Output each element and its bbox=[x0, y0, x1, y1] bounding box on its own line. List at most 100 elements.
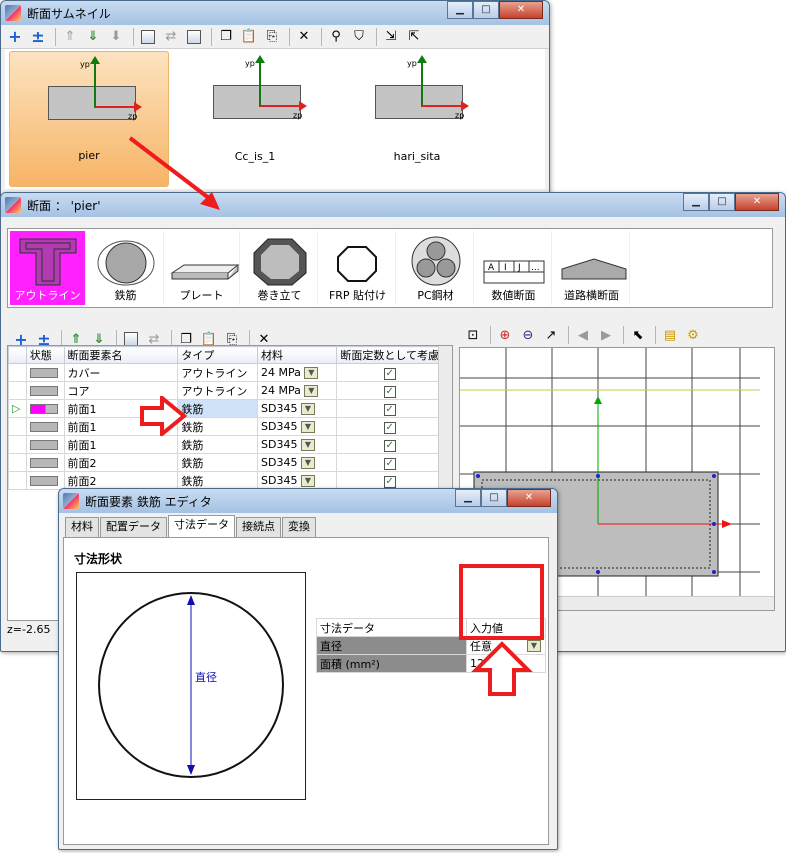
maximize-button[interactable]: □ bbox=[481, 489, 507, 507]
minimize-button[interactable]: ▁ bbox=[455, 489, 481, 507]
element-type[interactable]: アウトライン bbox=[177, 381, 258, 400]
fit-icon[interactable]: ⊡ bbox=[463, 325, 483, 345]
forward-icon[interactable]: ▶ bbox=[596, 325, 616, 345]
element-type[interactable]: アウトライン bbox=[177, 363, 258, 382]
move-up-icon[interactable]: ⇑ bbox=[60, 27, 80, 47]
element-type[interactable]: 鉄筋 bbox=[177, 453, 258, 472]
close-button[interactable]: ✕ bbox=[507, 489, 551, 507]
category-plate[interactable]: プレート bbox=[164, 231, 240, 305]
search-icon[interactable]: ⚲ bbox=[326, 27, 346, 47]
paste-icon[interactable]: 📋 bbox=[239, 27, 259, 47]
minimize-button[interactable]: ▁ bbox=[447, 1, 473, 19]
paste-special-icon[interactable]: ⎘ bbox=[262, 27, 282, 47]
back-icon[interactable]: ◀ bbox=[573, 325, 593, 345]
chevron-down-icon[interactable]: ▼ bbox=[300, 457, 315, 469]
import-icon[interactable]: ⇲ bbox=[381, 27, 401, 47]
col-header-material[interactable]: 材料 bbox=[256, 346, 338, 364]
element-type[interactable]: 鉄筋 bbox=[177, 399, 258, 418]
move-bottom-icon[interactable]: ⬇ bbox=[106, 27, 126, 47]
add-below-icon[interactable]: ± bbox=[28, 27, 48, 47]
category-rebar[interactable]: 鉄筋 bbox=[88, 231, 164, 305]
chevron-down-icon[interactable]: ▼ bbox=[300, 439, 315, 451]
element-type[interactable]: 鉄筋 bbox=[177, 435, 258, 454]
editor-titlebar[interactable]: 断面要素 鉄筋 エディタ ▁ □ ✕ bbox=[59, 489, 557, 513]
consider-checkbox[interactable]: ✓ bbox=[383, 403, 396, 416]
category-frp[interactable]: FRP 貼付け bbox=[320, 231, 396, 305]
zoom-window-icon[interactable]: ⊕ bbox=[495, 325, 515, 345]
category-pc[interactable]: PC鋼材 bbox=[398, 231, 474, 305]
col-header-state[interactable]: 状態 bbox=[25, 346, 65, 364]
select-all-icon[interactable] bbox=[124, 332, 138, 346]
rename-icon[interactable]: ⇄ bbox=[161, 27, 181, 47]
col-header-name[interactable]: 断面要素名 bbox=[63, 346, 179, 364]
state-swatch[interactable] bbox=[29, 386, 58, 396]
col-header-type[interactable]: タイプ bbox=[177, 346, 258, 364]
pan-icon[interactable]: ↗ bbox=[541, 325, 561, 345]
thumbnail-item[interactable]: yp zp hari_sita bbox=[337, 51, 497, 187]
element-material-cell[interactable]: SD345 ▼ bbox=[256, 471, 338, 490]
delete-icon[interactable]: ✕ bbox=[294, 27, 314, 47]
col-header-consider[interactable]: 断面定数として考慮 bbox=[336, 346, 440, 364]
state-swatch[interactable] bbox=[29, 458, 58, 468]
snap-icon[interactable]: ⚙ bbox=[683, 325, 703, 345]
pointer-icon[interactable]: ⬉ bbox=[628, 325, 648, 345]
properties-icon[interactable] bbox=[187, 29, 201, 44]
zoom-out-icon[interactable]: ⊖ bbox=[518, 325, 538, 345]
table-row[interactable]: 前面1 鉄筋 SD345 ▼ ✓ bbox=[8, 435, 440, 454]
element-material-cell[interactable]: 24 MPa ▼ bbox=[256, 363, 338, 382]
copy-icon[interactable]: ❐ bbox=[216, 27, 236, 47]
consider-checkbox[interactable]: ✓ bbox=[383, 475, 396, 488]
tab-placement[interactable]: 配置データ bbox=[100, 517, 167, 537]
category-outline[interactable]: アウトライン bbox=[10, 231, 86, 305]
minimize-button[interactable]: ▁ bbox=[683, 193, 709, 211]
consider-checkbox[interactable]: ✓ bbox=[383, 385, 396, 398]
tab-transform[interactable]: 変換 bbox=[282, 517, 316, 537]
state-swatch[interactable] bbox=[29, 404, 58, 414]
export-icon[interactable]: ⇱ bbox=[404, 27, 424, 47]
chevron-down-icon[interactable]: ▼ bbox=[300, 475, 315, 487]
state-swatch[interactable] bbox=[29, 422, 58, 432]
chevron-down-icon[interactable]: ▼ bbox=[300, 421, 315, 433]
element-material-cell[interactable]: SD345 ▼ bbox=[256, 417, 338, 436]
element-material-cell[interactable]: SD345 ▼ bbox=[256, 399, 338, 418]
table-row[interactable]: カバー アウトライン 24 MPa ▼ ✓ bbox=[8, 363, 440, 382]
layer-icon[interactable]: ▤ bbox=[660, 325, 680, 345]
close-button[interactable]: ✕ bbox=[499, 1, 543, 19]
maximize-button[interactable]: □ bbox=[473, 1, 499, 19]
chevron-down-icon[interactable]: ▼ bbox=[304, 367, 319, 379]
table-row[interactable]: 前面1 鉄筋 SD345 ▼ ✓ bbox=[8, 417, 440, 436]
state-swatch[interactable] bbox=[29, 440, 58, 450]
filter-icon[interactable]: ⛉ bbox=[349, 27, 369, 47]
move-down-icon[interactable]: ⇓ bbox=[83, 27, 103, 47]
select-all-icon[interactable] bbox=[141, 29, 155, 44]
element-material-cell[interactable]: 24 MPa ▼ bbox=[256, 381, 338, 400]
tab-dimensions[interactable]: 寸法データ bbox=[168, 515, 235, 537]
table-row[interactable]: 前面2 鉄筋 SD345 ▼ ✓ bbox=[8, 471, 440, 490]
add-icon[interactable]: + bbox=[5, 27, 25, 47]
element-name[interactable]: 前面1 bbox=[63, 435, 179, 454]
element-type[interactable]: 鉄筋 bbox=[177, 417, 258, 436]
element-name[interactable]: 前面2 bbox=[63, 471, 179, 490]
consider-checkbox[interactable]: ✓ bbox=[383, 367, 396, 380]
tab-connection[interactable]: 接続点 bbox=[236, 517, 281, 537]
consider-checkbox[interactable]: ✓ bbox=[383, 421, 396, 434]
close-button[interactable]: ✕ bbox=[735, 193, 779, 211]
table-row[interactable]: コア アウトライン 24 MPa ▼ ✓ bbox=[8, 381, 440, 400]
element-name[interactable]: カバー bbox=[63, 363, 179, 382]
tab-material[interactable]: 材料 bbox=[65, 517, 99, 537]
element-name[interactable]: 前面2 bbox=[63, 453, 179, 472]
category-road[interactable]: 道路横断面 bbox=[554, 231, 630, 305]
section-window-titlebar[interactable]: 断面 ： 'pier' ▁ □ ✕ bbox=[1, 193, 785, 217]
chevron-down-icon[interactable]: ▼ bbox=[304, 385, 319, 397]
category-numeric[interactable]: A I J ... 数値断面 bbox=[476, 231, 552, 305]
consider-checkbox[interactable]: ✓ bbox=[383, 457, 396, 470]
chevron-down-icon[interactable]: ▼ bbox=[300, 403, 315, 415]
element-material-cell[interactable]: SD345 ▼ bbox=[256, 435, 338, 454]
element-type[interactable]: 鉄筋 bbox=[177, 471, 258, 490]
element-material-cell[interactable]: SD345 ▼ bbox=[256, 453, 338, 472]
thumbnail-window-titlebar[interactable]: 断面サムネイル ▁ □ ✕ bbox=[1, 1, 549, 25]
maximize-button[interactable]: □ bbox=[709, 193, 735, 211]
table-row[interactable]: 前面2 鉄筋 SD345 ▼ ✓ bbox=[8, 453, 440, 472]
state-swatch[interactable] bbox=[29, 476, 58, 486]
consider-checkbox[interactable]: ✓ bbox=[383, 439, 396, 452]
